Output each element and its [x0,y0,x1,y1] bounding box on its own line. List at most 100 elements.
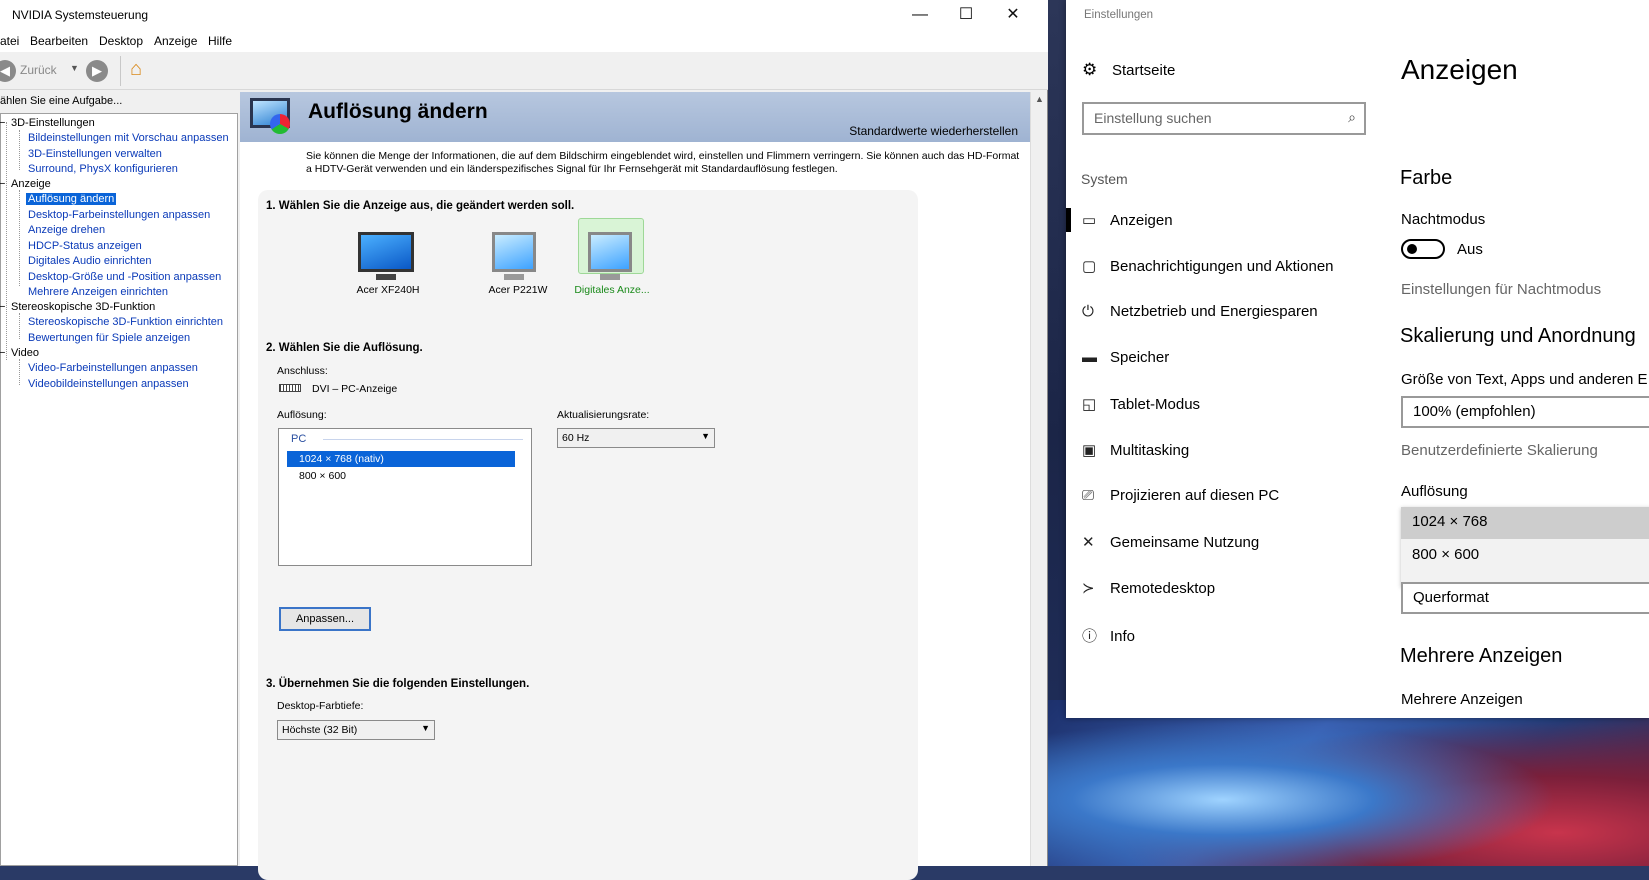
tree-item-hdcp[interactable]: HDCP-Status anzeigen [28,240,142,252]
tree-item-game-ratings[interactable]: Bewertungen für Spiele anzeigen [28,332,190,344]
forward-arrow-icon[interactable]: ▶ [86,60,108,82]
nav-anzeigen[interactable]: ▭ Anzeigen [1082,211,1173,229]
refresh-label: Aktualisierungsrate: [557,409,650,421]
resolution-dropdown-list[interactable]: 1024 × 768 800 × 600 [1401,507,1649,587]
display-digital[interactable]: Digitales Anze... [572,228,652,298]
minimize-button[interactable]: — [897,0,943,30]
close-button[interactable]: ✕ [990,0,1036,30]
menu-desktop[interactable]: Desktop [99,34,143,48]
tree-toggle-display[interactable]: − [0,178,5,190]
nav-notifications[interactable]: ▢ Benachrichtigungen und Aktionen [1082,257,1334,275]
nav-selection-indicator [1066,208,1071,232]
nav-remote[interactable]: ≻ Remotedesktop [1082,579,1215,597]
monitor-icon [584,228,634,280]
nav-storage[interactable]: ▬ Speicher [1082,349,1169,366]
nav-info[interactable]: ⓘ Info [1082,625,1135,646]
section-label: System [1081,171,1128,187]
notification-icon: ▢ [1082,258,1097,275]
resolution-list[interactable]: PC 1024 × 768 (nativ) 800 × 600 [278,428,532,566]
toolbar: ◀ Zurück ▼ ▶ ⌂ [0,52,1048,90]
resolution-option[interactable]: 800 × 600 [299,470,346,482]
tree-item-change-resolution[interactable]: Auflösung ändern [26,193,117,205]
scale-heading: Skalierung und Anordnung [1400,325,1636,347]
group-divider [323,439,523,440]
tree-group-stereo[interactable]: Stereoskopische 3D-Funktion [11,301,155,313]
vertical-scrollbar[interactable]: ▲ [1030,92,1047,866]
scale-select[interactable]: 100% (empfohlen) [1401,396,1649,428]
back-dropdown-icon[interactable]: ▼ [70,63,79,73]
display-acer-xf240h[interactable]: Acer XF240H [348,228,428,298]
orientation-select[interactable]: Querformat [1401,582,1649,614]
tree-item-3d-manage[interactable]: 3D-Einstellungen verwalten [28,148,162,160]
tree-item-video-image[interactable]: Videobildeinstellungen anpassen [28,378,189,390]
tree-item-image-preview[interactable]: Bildeinstellungen mit Vorschau anpassen [28,132,229,144]
resolution-label: Auflösung [1401,483,1468,500]
tree-item-digital-audio[interactable]: Digitales Audio einrichten [28,255,152,267]
refresh-value: 60 Hz [562,432,590,444]
menu-bearbeiten[interactable]: Bearbeiten [30,34,88,48]
search-input[interactable]: Einstellung suchen ⌕ [1082,102,1366,135]
task-label: ählen Sie eine Aufgabe... [0,95,123,107]
tree-item-desktop-color[interactable]: Desktop-Farbeinstellungen anpassen [28,209,210,221]
page-title: Auflösung ändern [308,100,488,123]
night-mode-settings-link[interactable]: Einstellungen für Nachtmodus [1401,281,1601,298]
tree-toggle-stereo[interactable]: − [0,301,5,313]
nav-tablet[interactable]: ◱ Tablet-Modus [1082,395,1200,413]
back-arrow-icon[interactable]: ◀ [0,60,16,82]
connection-value: DVI – PC-Anzeige [312,383,398,395]
toolbar-divider [120,56,121,86]
menu-datei[interactable]: atei [0,34,19,48]
display-acer-p221w[interactable]: Acer P221W [478,228,558,298]
page-header: Auflösung ändern Standardwerte wiederher… [240,92,1030,142]
tree-item-multi-display[interactable]: Mehrere Anzeigen einrichten [28,286,168,298]
tree-group-display[interactable]: Anzeige [11,178,51,190]
tree-toggle-3d[interactable]: − [0,117,5,129]
menu-hilfe[interactable]: Hilfe [208,34,232,48]
tree-item-video-color[interactable]: Video-Farbeinstellungen anpassen [28,362,198,374]
tree-item-surround[interactable]: Surround, PhysX konfigurieren [28,163,178,175]
page-title: Anzeigen [1401,54,1518,85]
nav-power[interactable]: ⏻ Netzbetrieb und Energiesparen [1082,303,1318,320]
refresh-rate-select[interactable]: 60 Hz ▼ [557,428,715,448]
scroll-up-icon[interactable]: ▲ [1035,94,1044,104]
tree-group-3d[interactable]: 3D-Einstellungen [11,117,95,129]
back-button[interactable]: Zurück [20,63,57,77]
custom-scale-link[interactable]: Benutzerdefinierte Skalierung [1401,442,1598,459]
toggle-knob [1407,244,1417,254]
tree-toggle-video[interactable]: − [0,347,5,359]
customize-button[interactable]: Anpassen... [279,607,371,631]
resolution-option[interactable]: 800 × 600 [1401,540,1649,572]
tree-item-desktop-size[interactable]: Desktop-Größe und -Position anpassen [28,271,221,283]
color-depth-label: Desktop-Farbtiefe: [277,700,364,712]
tree-line [19,190,20,286]
tree-item-stereo-setup[interactable]: Stereoskopische 3D-Funktion einrichten [28,316,223,328]
step3-heading: 3. Übernehmen Sie die folgenden Einstell… [266,678,530,690]
tree-item-rotate[interactable]: Anzeige drehen [28,224,105,236]
color-heading: Farbe [1400,167,1453,189]
night-mode-label: Nachtmodus [1401,211,1486,228]
nav-shared[interactable]: ✕ Gemeinsame Nutzung [1082,533,1259,551]
restore-defaults-link[interactable]: Standardwerte wiederherstellen [849,124,1018,138]
desktop-wallpaper [1040,700,1649,866]
info-icon: ⓘ [1082,628,1098,645]
night-mode-toggle[interactable] [1401,239,1445,259]
monitor-icon [354,228,418,280]
nav-multitasking[interactable]: ▣ Multitasking [1082,441,1189,459]
night-mode-state: Aus [1457,241,1483,258]
maximize-button[interactable]: ☐ [943,0,989,30]
tree-line [19,130,20,170]
multi-display-label: Mehrere Anzeigen [1401,691,1523,708]
home-icon[interactable]: ⌂ [130,58,142,81]
page-description: Sie können die Menge der Informationen, … [306,150,1020,175]
menu-anzeige[interactable]: Anzeige [154,34,197,48]
tree-group-video[interactable]: Video [11,347,39,359]
nav-project[interactable]: ⎚ Projizieren auf diesen PC [1082,487,1279,504]
settings-window-title: Einstellungen [1084,9,1154,21]
resolution-option-selected[interactable]: 1024 × 768 [1401,507,1649,539]
home-link[interactable]: ⚙ Startseite [1082,60,1175,80]
color-depth-select[interactable]: Höchste (32 Bit) ▼ [277,720,435,740]
settings-panel: 1. Wählen Sie die Anzeige aus, die geänd… [258,190,918,880]
resolution-option-selected[interactable]: 1024 × 768 (nativ) [287,451,515,467]
gear-icon: ⚙ [1082,60,1098,79]
resolution-group-label: PC [291,433,307,445]
